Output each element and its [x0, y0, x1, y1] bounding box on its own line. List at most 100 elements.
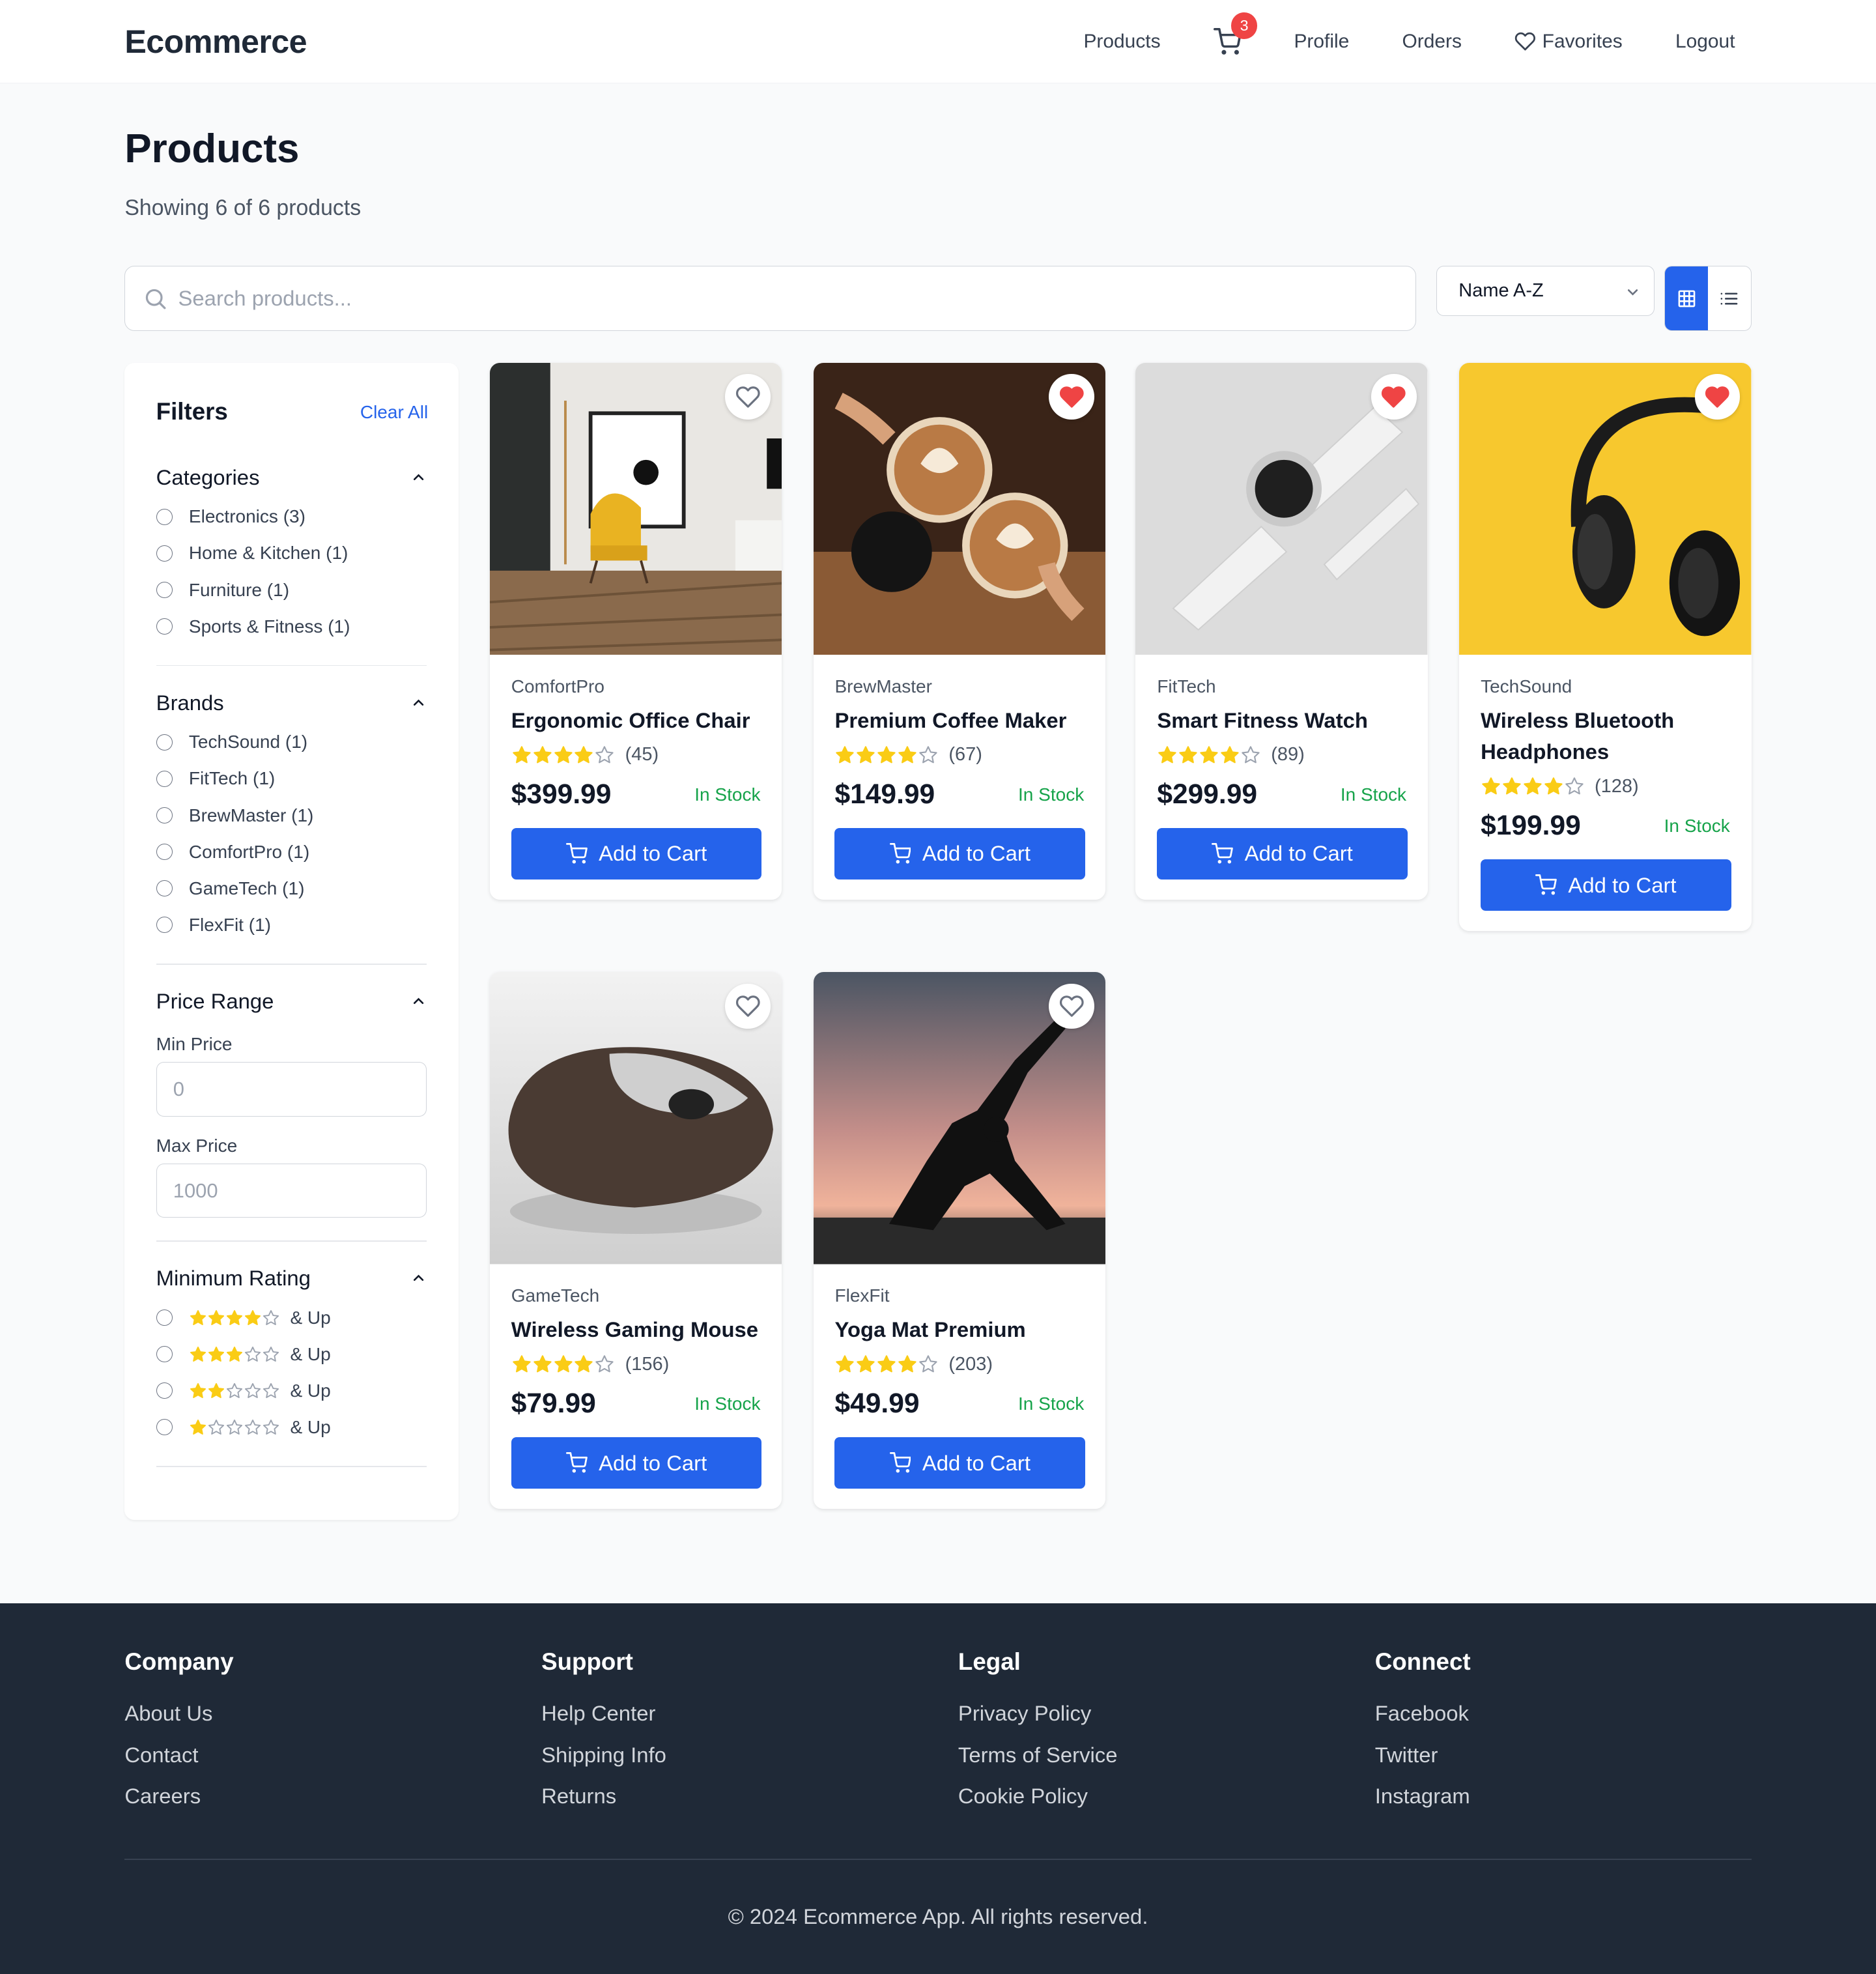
favorite-button[interactable] — [1049, 374, 1094, 420]
add-to-cart-button[interactable]: Add to Cart — [834, 1437, 1086, 1489]
radio-button[interactable] — [156, 843, 173, 861]
brand-option[interactable]: FitTech (1) — [156, 760, 427, 797]
price-toggle[interactable]: Price Range — [156, 987, 427, 1015]
favorite-button[interactable] — [1049, 983, 1094, 1029]
product-image[interactable] — [813, 972, 1106, 1265]
category-label: Sports & Fitness (1) — [188, 616, 350, 637]
nav-profile-link[interactable]: Profile — [1294, 31, 1349, 53]
radio-button[interactable] — [156, 770, 173, 788]
radio-button[interactable] — [156, 1309, 173, 1326]
footer-company-column: Company About Us Contact Careers — [124, 1648, 233, 1825]
product-image[interactable] — [1135, 362, 1428, 655]
product-card[interactable]: TechSound Wireless Bluetooth Headphones (1… — [1459, 362, 1752, 932]
footer-link[interactable]: Terms of Service — [958, 1743, 1118, 1784]
category-option[interactable]: Sports & Fitness (1) — [156, 608, 427, 645]
nav-favorites-link[interactable]: Favorites — [1514, 31, 1623, 53]
radio-button[interactable] — [156, 508, 173, 525]
chevron-up-icon — [414, 474, 424, 480]
product-card[interactable]: FitTech Smart Fitness Watch (89) $299.99 In … — [1135, 362, 1428, 900]
grid-view-button[interactable] — [1665, 266, 1708, 331]
footer-link[interactable]: Shipping Info — [541, 1743, 666, 1784]
add-to-cart-button[interactable]: Add to Cart — [834, 827, 1086, 880]
product-image[interactable] — [813, 362, 1106, 655]
product-name[interactable]: Wireless Bluetooth Headphones — [1481, 705, 1730, 768]
product-name[interactable]: Ergonomic Office Chair — [511, 705, 761, 736]
brand-option[interactable]: ComfortPro (1) — [156, 834, 427, 870]
sort-select[interactable]: Name A-Z — [1436, 265, 1655, 317]
brand-option[interactable]: TechSound (1) — [156, 724, 427, 760]
footer-link[interactable]: Facebook — [1375, 1701, 1471, 1743]
radio-button[interactable] — [156, 581, 173, 599]
product-name[interactable]: Smart Fitness Watch — [1157, 705, 1406, 736]
product-price: $299.99 — [1157, 779, 1257, 810]
product-image[interactable] — [489, 362, 782, 655]
cart-button[interactable]: 3 — [1213, 12, 1258, 56]
footer-link[interactable]: Returns — [541, 1784, 666, 1825]
footer-link[interactable]: About Us — [124, 1701, 233, 1743]
list-view-button[interactable] — [1708, 266, 1751, 331]
radio-button[interactable] — [156, 618, 173, 635]
favorite-button[interactable] — [1371, 374, 1417, 420]
radio-button[interactable] — [156, 1382, 173, 1399]
radio-button[interactable] — [156, 880, 173, 897]
footer-link[interactable]: Help Center — [541, 1701, 666, 1743]
stock-status: In Stock — [1018, 1394, 1085, 1414]
rating-option[interactable]: & Up — [156, 1300, 427, 1336]
radio-button[interactable] — [156, 807, 173, 824]
favorite-button[interactable] — [725, 983, 771, 1029]
nav-orders-link[interactable]: Orders — [1402, 31, 1462, 53]
main-nav: Products 3 Profile Orders Favorites Logo… — [1083, 0, 1735, 83]
product-card[interactable]: FlexFit Yoga Mat Premium (203) $49.99 In Sto… — [813, 972, 1106, 1509]
product-image[interactable] — [489, 972, 782, 1265]
rating-option[interactable]: & Up — [156, 1336, 427, 1373]
brand-option[interactable]: FlexFit (1) — [156, 907, 427, 943]
nav-products-link[interactable]: Products — [1083, 31, 1160, 53]
radio-button[interactable] — [156, 734, 173, 751]
category-option[interactable]: Home & Kitchen (1) — [156, 535, 427, 571]
footer-link[interactable]: Twitter — [1375, 1743, 1471, 1784]
max-price-input[interactable]: 1000 — [156, 1164, 427, 1218]
footer-link[interactable]: Cookie Policy — [958, 1784, 1118, 1825]
rating-stars-icon — [189, 1345, 280, 1364]
footer-link[interactable]: Instagram — [1375, 1784, 1471, 1825]
product-name[interactable]: Yoga Mat Premium — [834, 1314, 1084, 1345]
min-price-input[interactable]: 0 — [156, 1062, 427, 1117]
rating-toggle[interactable]: Minimum Rating — [156, 1265, 427, 1293]
nav-logout-link[interactable]: Logout — [1675, 31, 1735, 53]
rating-option[interactable]: & Up — [156, 1373, 427, 1409]
brand-option[interactable]: BrewMaster (1) — [156, 797, 427, 833]
search-input[interactable] — [178, 286, 1312, 311]
radio-button[interactable] — [156, 545, 173, 562]
logo[interactable]: Ecommerce — [124, 23, 307, 61]
divider — [156, 1240, 427, 1242]
product-image[interactable] — [1459, 362, 1752, 655]
product-name[interactable]: Premium Coffee Maker — [834, 705, 1084, 736]
brand-option[interactable]: GameTech (1) — [156, 870, 427, 907]
footer-link[interactable]: Contact — [124, 1743, 233, 1784]
product-card[interactable]: ComfortPro Ergonomic Office Chair (45) $399… — [489, 362, 782, 900]
radio-button[interactable] — [156, 1346, 173, 1363]
brands-toggle[interactable]: Brands — [156, 689, 427, 717]
footer-link[interactable]: Careers — [124, 1784, 233, 1825]
rating-option[interactable]: & Up — [156, 1409, 427, 1446]
product-brand: TechSound — [1481, 676, 1572, 696]
footer-link[interactable]: Privacy Policy — [958, 1701, 1118, 1743]
brands-title: Brands — [156, 690, 224, 715]
product-card[interactable]: BrewMaster Premium Coffee Maker (67) $149.9… — [813, 362, 1106, 900]
favorite-button[interactable] — [1694, 374, 1741, 420]
add-to-cart-button[interactable]: Add to Cart — [1481, 859, 1731, 911]
clear-all-button[interactable]: Clear All — [360, 402, 428, 423]
product-card[interactable]: GameTech Wireless Gaming Mouse (156) $79.99… — [489, 972, 782, 1509]
category-option[interactable]: Electronics (3) — [156, 498, 427, 535]
add-to-cart-button[interactable]: Add to Cart — [511, 1437, 762, 1489]
add-to-cart-button[interactable]: Add to Cart — [511, 827, 762, 880]
radio-button[interactable] — [156, 1419, 173, 1436]
product-name[interactable]: Wireless Gaming Mouse — [511, 1314, 761, 1345]
radio-button[interactable] — [156, 917, 173, 934]
add-to-cart-button[interactable]: Add to Cart — [1157, 827, 1408, 880]
categories-toggle[interactable]: Categories — [156, 463, 427, 491]
favorite-button[interactable] — [725, 374, 771, 420]
search-bar — [124, 265, 1417, 332]
price-row: $299.99 In Stock — [1157, 779, 1406, 810]
category-option[interactable]: Furniture (1) — [156, 572, 427, 608]
